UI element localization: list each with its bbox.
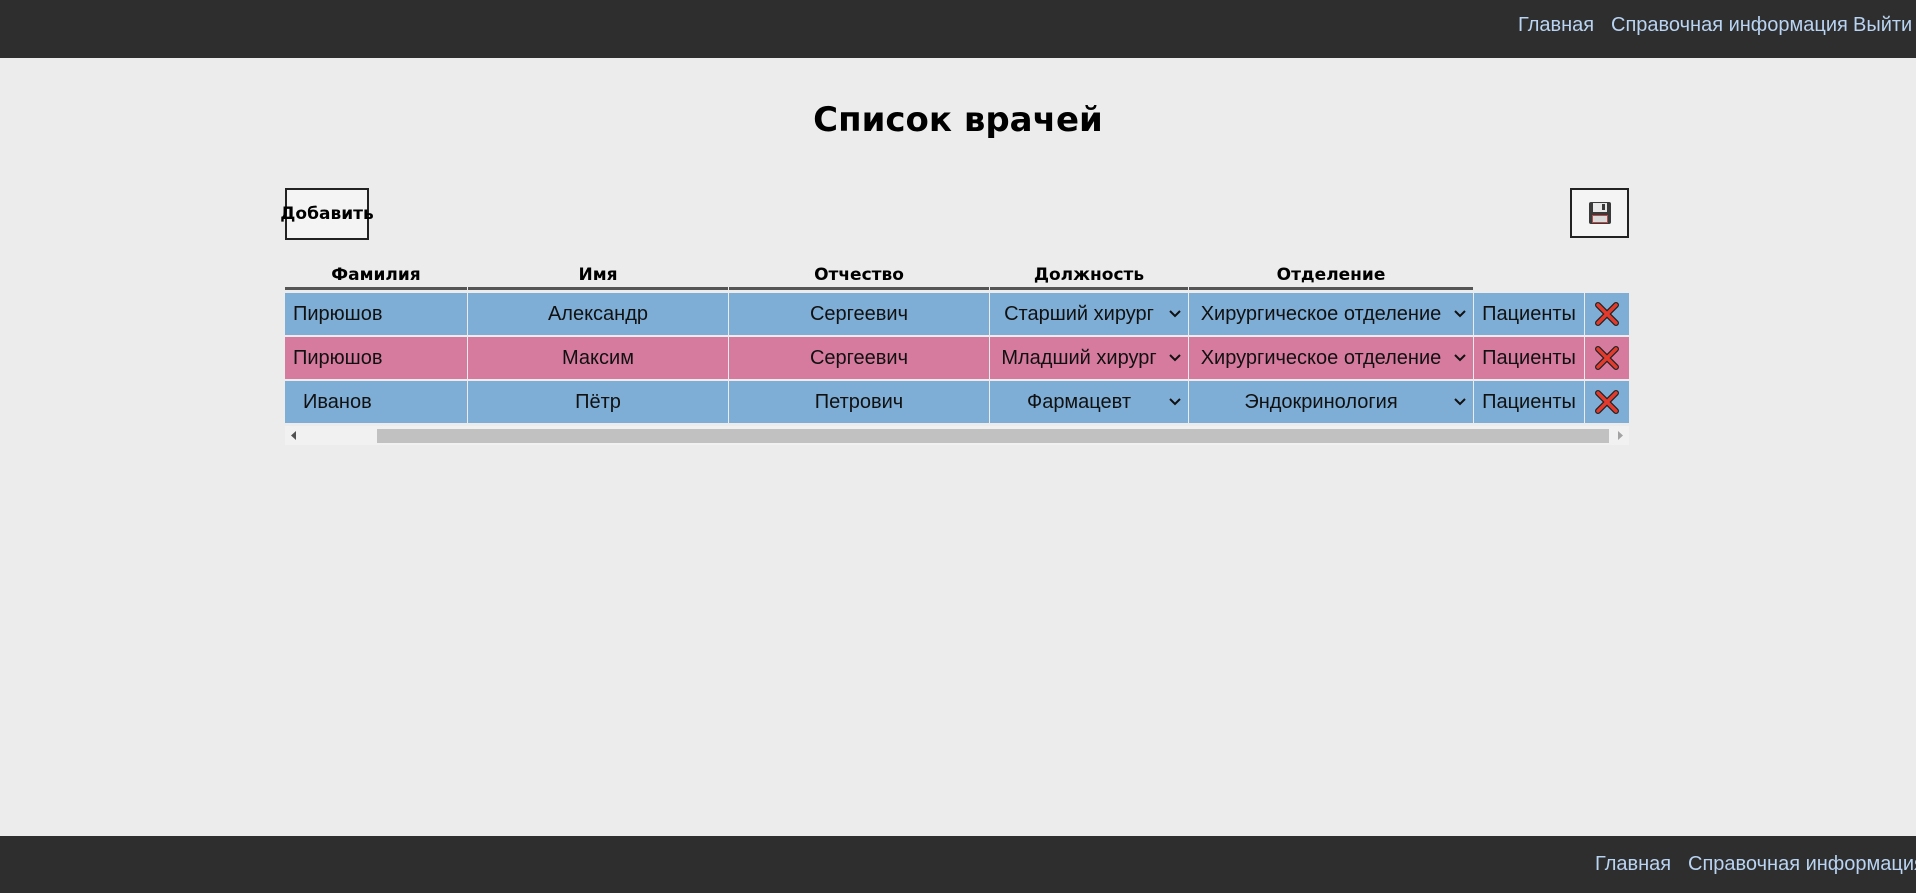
position-value: Младший хирург xyxy=(1001,346,1157,369)
department-select[interactable]: Хирургическое отделение xyxy=(1189,337,1473,379)
position-value: Старший хирург xyxy=(1004,302,1154,325)
position-select[interactable]: Старший хирург xyxy=(990,293,1188,335)
header-position: Должность xyxy=(990,262,1188,290)
department-value: Хирургическое отделение xyxy=(1200,346,1442,369)
department-value: Эндокринология xyxy=(1244,390,1398,413)
header-department: Отделение xyxy=(1189,262,1473,290)
nav-link-home[interactable]: Главная xyxy=(1518,14,1594,37)
save-button[interactable] xyxy=(1570,188,1629,238)
header-patronymic: Отчество xyxy=(729,262,989,290)
top-navbar: Главная Справочная информация Выйти xyxy=(0,0,1916,58)
footer-navbar: Главная Справочная информация xyxy=(0,836,1916,893)
delete-button[interactable] xyxy=(1585,381,1629,423)
cell-name[interactable]: Александр xyxy=(468,293,728,335)
table-row: Иванов Пётр Петрович Фармацевт Эндокрино… xyxy=(285,381,1629,423)
cell-surname[interactable]: Иванов xyxy=(285,381,467,423)
cell-patronymic[interactable]: Сергеевич xyxy=(729,293,989,335)
position-select[interactable]: Младший хирург xyxy=(990,337,1188,379)
department-select[interactable]: Эндокринология xyxy=(1189,381,1473,423)
cell-name[interactable]: Пётр xyxy=(468,381,728,423)
chevron-down-icon xyxy=(1169,310,1181,318)
chevron-down-icon xyxy=(1454,398,1466,406)
floppy-disk-icon xyxy=(1588,202,1611,224)
nav-link-logout[interactable]: Выйти xyxy=(1853,14,1912,37)
delete-button[interactable] xyxy=(1585,293,1629,335)
footer-link-home[interactable]: Главная xyxy=(1595,853,1671,876)
page-title: Список врачей xyxy=(813,100,1103,140)
chevron-down-icon xyxy=(1169,354,1181,362)
patients-link[interactable]: Пациенты xyxy=(1474,337,1584,379)
scroll-right-arrow-icon[interactable] xyxy=(1617,431,1623,440)
add-doctor-button[interactable]: Добавить xyxy=(280,188,374,240)
cell-name[interactable]: Максим xyxy=(468,337,728,379)
chevron-down-icon xyxy=(1169,398,1181,406)
cell-surname[interactable]: Пирюшов xyxy=(285,337,467,379)
cell-patronymic[interactable]: Петрович xyxy=(729,381,989,423)
patients-link[interactable]: Пациенты xyxy=(1474,381,1584,423)
scrollbar-thumb[interactable] xyxy=(377,429,1609,443)
department-select[interactable]: Хирургическое отделение xyxy=(1189,293,1473,335)
delete-button[interactable] xyxy=(1585,337,1629,379)
chevron-down-icon xyxy=(1454,354,1466,362)
scroll-left-arrow-icon[interactable] xyxy=(291,431,297,440)
patients-link[interactable]: Пациенты xyxy=(1474,293,1584,335)
position-value: Фармацевт xyxy=(1026,390,1132,413)
department-value: Хирургическое отделение xyxy=(1200,302,1442,325)
delete-x-icon xyxy=(1595,346,1619,370)
delete-x-icon xyxy=(1595,302,1619,326)
footer-link-reference[interactable]: Справочная информация xyxy=(1688,853,1916,876)
cell-patronymic[interactable]: Сергеевич xyxy=(729,337,989,379)
nav-link-reference[interactable]: Справочная информация xyxy=(1611,14,1848,37)
header-surname: Фамилия xyxy=(285,262,467,290)
delete-x-icon xyxy=(1595,390,1619,414)
cell-surname[interactable]: Пирюшов xyxy=(285,293,467,335)
horizontal-scrollbar[interactable] xyxy=(285,426,1629,445)
table-row: Пирюшов Александр Сергеевич Старший хиру… xyxy=(285,293,1629,335)
position-select[interactable]: Фармацевт xyxy=(990,381,1188,423)
table-row: Пирюшов Максим Сергеевич Младший хирург … xyxy=(285,337,1629,379)
chevron-down-icon xyxy=(1454,310,1466,318)
header-name: Имя xyxy=(468,262,728,290)
